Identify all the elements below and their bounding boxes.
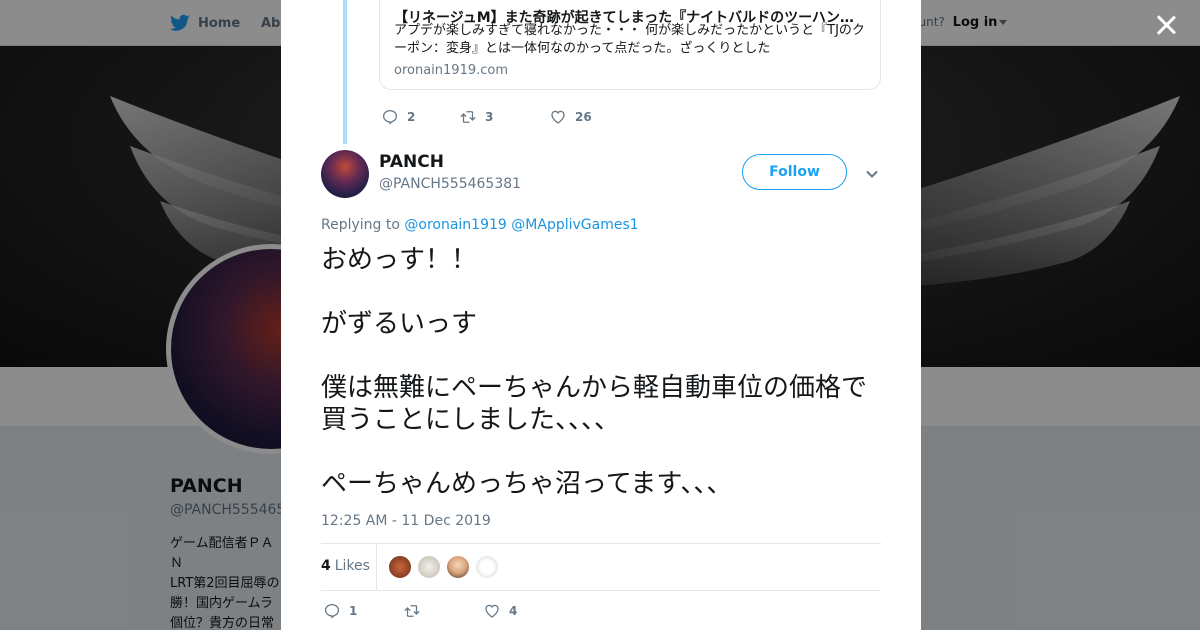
tweet-text: おめっす！！ がずるいっす 僕は無難にペーちゃんから軽自動車位の価格で買うことに… xyxy=(321,245,868,499)
retweet-count: 3 xyxy=(485,110,494,124)
liker-avatar[interactable] xyxy=(388,555,412,579)
card-description: アプデが楽しみすぎて寝れなかった・・・ 何が楽しみだったかというと『TJのクーポ… xyxy=(394,23,865,56)
retweet-icon xyxy=(404,605,420,617)
thread-connector-line xyxy=(343,0,347,144)
likes-stat-count: 4 xyxy=(321,558,331,574)
like-button[interactable]: 26 xyxy=(549,108,592,126)
reply-button[interactable]: 2 xyxy=(381,108,459,126)
likes-stat-label: Likes xyxy=(334,558,370,574)
retweet-icon xyxy=(460,111,476,123)
previous-tweet-actions: 2 3 26 xyxy=(381,108,592,126)
retweet-button[interactable] xyxy=(403,602,483,620)
more-options-button[interactable] xyxy=(865,166,879,180)
follow-button[interactable]: Follow xyxy=(742,154,847,190)
liker-avatar[interactable] xyxy=(417,555,441,579)
liker-avatar[interactable] xyxy=(446,555,470,579)
close-icon[interactable] xyxy=(1153,12,1179,38)
retweet-button[interactable]: 3 xyxy=(459,108,549,126)
author-name[interactable]: PANCH xyxy=(379,152,444,172)
tweet-modal: 【リネージュM】また奇跡が起きてしまった『ナイトバルドのツーハン… アプデが楽し… xyxy=(281,0,921,630)
reply-icon xyxy=(382,109,398,125)
author-handle[interactable]: @PANCH555465381 xyxy=(379,176,521,192)
likes-stat[interactable]: 4 Likes xyxy=(321,558,370,574)
author-avatar[interactable] xyxy=(321,150,369,198)
tweet-actions: 1 4 xyxy=(323,602,517,620)
replying-to: Replying to @oronain1919 @MApplivGames1 xyxy=(321,217,639,233)
stats-divider xyxy=(376,544,377,590)
replying-prefix: Replying to xyxy=(321,217,400,233)
like-count: 26 xyxy=(575,110,592,124)
reply-count: 2 xyxy=(407,110,416,124)
heart-icon xyxy=(485,604,499,618)
replying-link-2[interactable]: @MApplivGames1 xyxy=(511,217,638,233)
link-preview-card[interactable]: 【リネージュM】また奇跡が起きてしまった『ナイトバルドのツーハン… アプデが楽し… xyxy=(379,0,881,90)
tweet-stats: 4 Likes xyxy=(321,543,881,591)
chevron-down-icon xyxy=(866,170,878,178)
reply-count: 1 xyxy=(349,604,358,618)
liker-avatar[interactable] xyxy=(475,555,499,579)
replying-link-1[interactable]: @oronain1919 xyxy=(404,217,506,233)
tweet-timestamp[interactable]: 12:25 AM - 11 Dec 2019 xyxy=(321,513,491,529)
card-domain: oronain1919.com xyxy=(394,63,509,78)
heart-icon xyxy=(551,110,565,124)
like-count: 4 xyxy=(509,604,518,618)
reply-icon xyxy=(324,603,340,619)
like-button[interactable]: 4 xyxy=(483,602,517,620)
reply-button[interactable]: 1 xyxy=(323,602,403,620)
